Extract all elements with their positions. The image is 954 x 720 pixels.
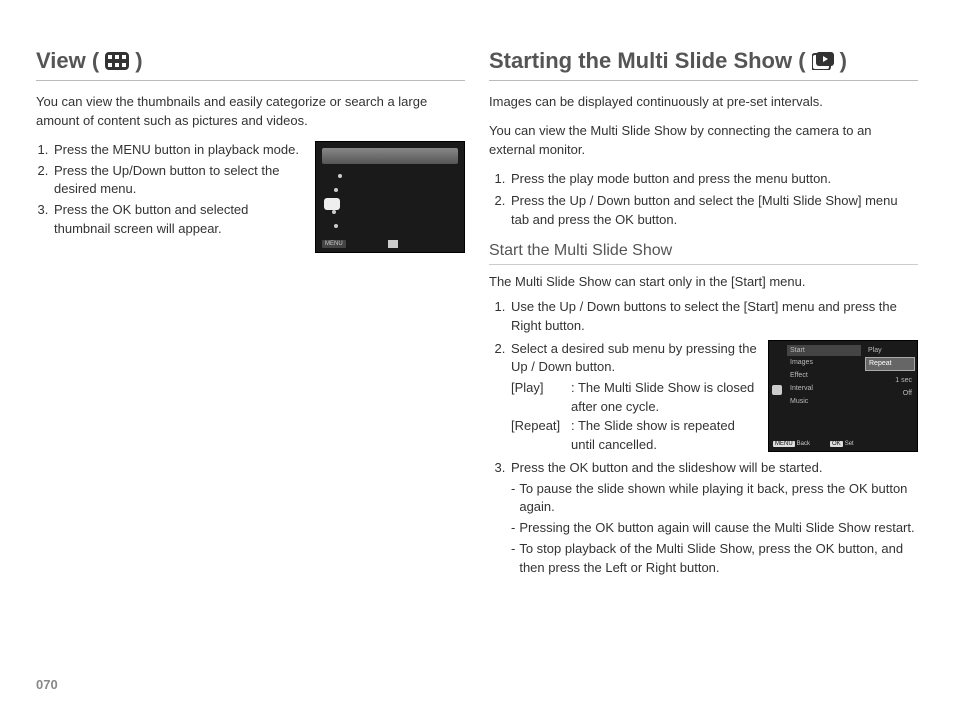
- slideshow-icon: [812, 52, 834, 70]
- left-column: View ( ) You can view the thumbnails and…: [36, 48, 465, 582]
- slideshow-steps-a: Press the play mode button and press the…: [489, 170, 918, 231]
- view-step-2: Press the Up/Down button to select the d…: [52, 162, 303, 200]
- menu-set-btn: OK: [830, 441, 843, 447]
- page-number: 070: [36, 677, 58, 692]
- thumbnail-screenshot: MENU: [315, 141, 465, 253]
- option-play-label: [Play]: [511, 379, 567, 417]
- menu-val-play: Play: [865, 345, 915, 357]
- arrow-icon: [388, 240, 398, 248]
- option-repeat-desc: : The Slide show is repeated until cance…: [571, 417, 758, 455]
- view-steps: Press the MENU button in playback mode. …: [36, 141, 303, 241]
- menu-val-music: Off: [865, 388, 915, 400]
- menu-label: MENU: [322, 240, 346, 248]
- menu-set-label: Set: [845, 441, 854, 447]
- step-b-3: Press the OK button and the slideshow wi…: [509, 459, 918, 578]
- slideshow-heading-post: ): [840, 48, 847, 74]
- menu-item-interval: Interval: [787, 383, 861, 395]
- right-column: Starting the Multi Slide Show ( ) Images…: [489, 48, 918, 582]
- dash-3: To stop playback of the Multi Slide Show…: [519, 540, 918, 578]
- view-step-3: Press the OK button and selected thumbna…: [52, 201, 303, 239]
- option-play-desc: : The Multi Slide Show is closed after o…: [571, 379, 758, 417]
- menu-val-interval: 1 sec: [865, 375, 915, 387]
- option-repeat-label: [Repeat]: [511, 417, 567, 455]
- slideshow-icon: [772, 385, 782, 395]
- start-subheading: Start the Multi Slide Show: [489, 242, 918, 265]
- menu-item-music: Music: [787, 396, 861, 408]
- menu-item-images: Images: [787, 357, 861, 369]
- step-a-2: Press the Up / Down button and select th…: [509, 192, 918, 230]
- slideshow-intro-1: Images can be displayed continuously at …: [489, 93, 918, 112]
- view-step-1: Press the MENU button in playback mode.: [52, 141, 303, 160]
- start-subnote: The Multi Slide Show can start only in t…: [489, 273, 918, 292]
- step-b-2: Select a desired sub menu by pressing th…: [509, 340, 918, 455]
- slideshow-intro-2: You can view the Multi Slide Show by con…: [489, 122, 918, 160]
- view-intro: You can view the thumbnails and easily c…: [36, 93, 465, 131]
- dash-2: Pressing the OK button again will cause …: [519, 519, 918, 538]
- menu-back-label: Back: [797, 441, 810, 447]
- step-b-3-text: Press the OK button and the slideshow wi…: [511, 460, 822, 475]
- menu-item-start: Start: [787, 345, 861, 357]
- menu-val-blank: [865, 372, 915, 374]
- step-b-1: Use the Up / Down buttons to select the …: [509, 298, 918, 336]
- slideshow-heading: Starting the Multi Slide Show ( ): [489, 48, 918, 81]
- dash-1: To pause the slide shown while playing i…: [519, 480, 918, 518]
- grid-icon: [324, 198, 340, 210]
- menu-back-btn: MENU: [773, 441, 795, 447]
- step-b-2-text: Select a desired sub menu by pressing th…: [511, 341, 757, 375]
- view-heading-pre: View (: [36, 48, 99, 74]
- menu-item-effect: Effect: [787, 370, 861, 382]
- slideshow-heading-pre: Starting the Multi Slide Show (: [489, 48, 806, 74]
- menu-val-repeat: Repeat: [865, 357, 915, 371]
- slideshow-steps-b: Use the Up / Down buttons to select the …: [489, 298, 918, 578]
- view-heading: View ( ): [36, 48, 465, 81]
- menu-screenshot: Start Images Effect Interval Music Play …: [768, 340, 918, 452]
- view-heading-post: ): [135, 48, 142, 74]
- step-a-1: Press the play mode button and press the…: [509, 170, 918, 189]
- grid-icon: [105, 52, 129, 70]
